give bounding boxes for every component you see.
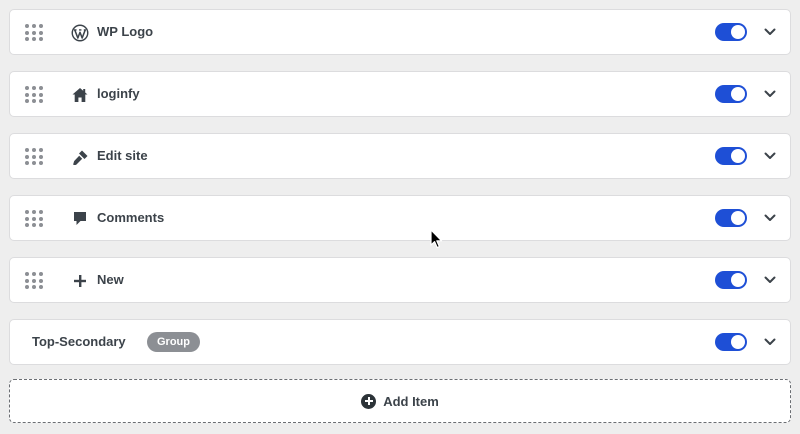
visibility-toggle[interactable] (715, 147, 747, 165)
comment-icon (70, 209, 90, 229)
drag-handle-icon[interactable] (25, 210, 43, 227)
menu-item-label: WP Logo (97, 24, 154, 39)
visibility-toggle[interactable] (715, 23, 747, 41)
menu-item-row: Comments (9, 195, 791, 241)
menu-item-label: New (97, 272, 124, 287)
menu-items-list: WP Logo loginfy Edit site Comments New T… (9, 9, 791, 423)
chevron-down-icon[interactable] (762, 24, 778, 40)
menu-item-row: WP Logo (9, 9, 791, 55)
visibility-toggle[interactable] (715, 333, 747, 351)
chevron-down-icon[interactable] (762, 272, 778, 288)
group-label: Top-Secondary (32, 334, 126, 349)
visibility-toggle[interactable] (715, 85, 747, 103)
add-item-button[interactable]: Add Item (9, 379, 791, 423)
drag-handle-icon[interactable] (25, 272, 43, 289)
plus-circle-icon (361, 393, 377, 409)
visibility-toggle[interactable] (715, 209, 747, 227)
home-icon (70, 85, 90, 105)
plus-icon (70, 271, 90, 291)
menu-item-label: loginfy (97, 86, 140, 101)
drag-handle-icon[interactable] (25, 148, 43, 165)
group-badge: Group (147, 332, 200, 352)
chevron-down-icon[interactable] (762, 86, 778, 102)
drag-handle-icon[interactable] (25, 24, 43, 41)
wordpress-icon (70, 23, 90, 43)
brush-icon (70, 147, 90, 167)
menu-item-row: New (9, 257, 791, 303)
menu-item-row: Edit site (9, 133, 791, 179)
add-item-label: Add Item (383, 393, 439, 409)
menu-item-label: Edit site (97, 148, 148, 163)
chevron-down-icon[interactable] (762, 148, 778, 164)
menu-item-row: loginfy (9, 71, 791, 117)
menu-group-row: Top-Secondary Group (9, 319, 791, 365)
drag-handle-icon[interactable] (25, 86, 43, 103)
visibility-toggle[interactable] (715, 271, 747, 289)
menu-item-label: Comments (97, 210, 165, 225)
chevron-down-icon[interactable] (762, 334, 778, 350)
chevron-down-icon[interactable] (762, 210, 778, 226)
